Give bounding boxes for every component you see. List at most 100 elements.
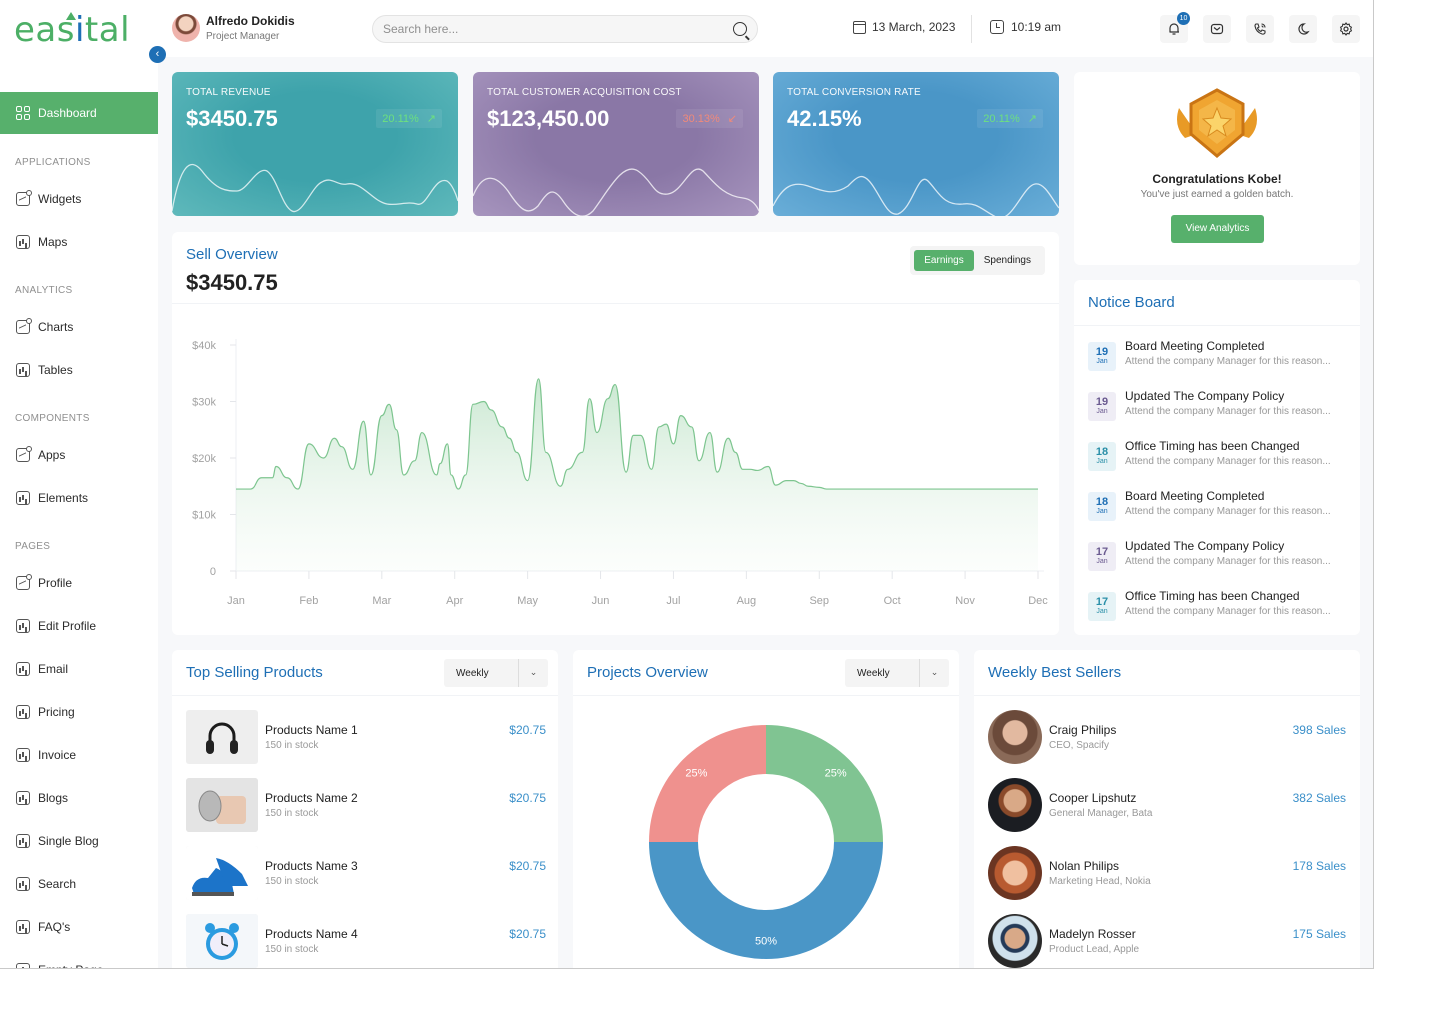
product-item[interactable]: Products Name 4 150 in stock $20.75 xyxy=(186,914,546,968)
x-tick-label: May xyxy=(517,595,538,607)
sidebar-item-label: Blogs xyxy=(38,791,69,805)
x-tick-label: Feb xyxy=(299,595,318,607)
user-avatar[interactable] xyxy=(172,14,200,42)
sidebar-item-faq-s[interactable]: FAQ's xyxy=(16,917,70,937)
product-item[interactable]: Products Name 1 150 in stock $20.75 xyxy=(186,710,546,764)
mail-button[interactable] xyxy=(1203,15,1231,43)
product-price: $20.75 xyxy=(509,791,546,805)
sidebar-item-label: Pricing xyxy=(38,705,75,719)
x-tick-label: Sep xyxy=(809,595,829,607)
sidebar-item-label: Apps xyxy=(38,448,66,462)
donut-slice-label: 25% xyxy=(825,767,847,779)
notice-item[interactable]: 19 Jan Board Meeting Completed Attend the c… xyxy=(1088,339,1352,375)
x-tick-label: Aug xyxy=(737,595,757,607)
app-logo[interactable]: easital xyxy=(14,10,130,50)
notice-item[interactable]: 18 Jan Board Meeting Completed Attend the c… xyxy=(1088,489,1352,525)
product-item[interactable]: Products Name 3 150 in stock $20.75 xyxy=(186,846,546,900)
chart-line-icon xyxy=(16,446,32,462)
sidebar-item-profile[interactable]: Profile xyxy=(16,573,72,593)
notice-day: 19 xyxy=(1095,346,1109,358)
notice-item[interactable]: 18 Jan Office Timing has been Changed Atten… xyxy=(1088,439,1352,475)
notice-title: Office Timing has been Changed xyxy=(1125,589,1300,603)
product-image-alarm-clock xyxy=(186,914,258,968)
sidebar-item-widgets[interactable]: Widgets xyxy=(16,189,81,209)
sidebar-item-charts[interactable]: Charts xyxy=(16,317,73,337)
sidebar-item-apps[interactable]: Apps xyxy=(16,445,65,465)
sidebar-item-elements[interactable]: Elements xyxy=(16,488,88,508)
dark-mode-button[interactable] xyxy=(1289,15,1317,43)
notice-description: Attend the company Manager for this reas… xyxy=(1125,556,1331,567)
current-time: 10:19 am xyxy=(990,20,1061,34)
chart-bar-icon xyxy=(16,619,30,633)
sidebar-item-label: Invoice xyxy=(38,748,77,762)
seller-sales: 398 Sales xyxy=(1292,723,1346,737)
best-seller-item[interactable]: Madelyn Rosser Product Lead, Apple 175 Sal… xyxy=(988,914,1346,968)
stat-sparkline xyxy=(473,168,759,216)
product-name: Products Name 4 xyxy=(265,927,358,941)
best-seller-item[interactable]: Nolan Philips Marketing Head, Nokia 178 Sa… xyxy=(988,846,1346,900)
stat-label: TOTAL CUSTOMER ACQUISITION COST xyxy=(487,87,682,98)
sidebar-item-label: Profile xyxy=(38,576,73,590)
seller-avatar xyxy=(988,778,1042,832)
search-input[interactable] xyxy=(383,22,733,36)
notice-description: Attend the company Manager for this reas… xyxy=(1125,606,1331,617)
sidebar-item-invoice[interactable]: Invoice xyxy=(16,745,76,765)
view-analytics-button[interactable]: View Analytics xyxy=(1171,215,1264,243)
seller-name: Craig Philips xyxy=(1049,723,1117,737)
sidebar-item-search[interactable]: Search xyxy=(16,874,76,894)
top-products-period-select[interactable]: Weekly ⌄ xyxy=(444,659,548,687)
sidebar-section-title: PAGES xyxy=(15,541,51,552)
seller-name: Madelyn Rosser xyxy=(1049,927,1136,941)
arrow-down-left-icon: ↙ xyxy=(727,113,737,125)
chart-bar-icon xyxy=(16,877,30,891)
stat-card: TOTAL CUSTOMER ACQUISITION COST $123,450.… xyxy=(473,72,759,216)
congrats-title: Congratulations Kobe! xyxy=(1152,172,1282,186)
seller-name: Cooper Lipshutz xyxy=(1049,791,1137,805)
sidebar-item-empty-page[interactable]: Empty Page xyxy=(16,960,103,968)
sidebar-item-edit-profile[interactable]: Edit Profile xyxy=(16,616,96,636)
settings-button[interactable] xyxy=(1332,15,1360,43)
product-item[interactable]: Products Name 2 150 in stock $20.75 xyxy=(186,778,546,832)
notice-item[interactable]: 17 Jan Updated The Company Policy Attend th… xyxy=(1088,539,1352,575)
product-stock: 150 in stock xyxy=(265,808,319,819)
user-name: Alfredo Dokidis xyxy=(206,14,295,28)
x-tick-label: Dec xyxy=(1028,595,1048,607)
notice-description: Attend the company Manager for this reas… xyxy=(1125,406,1331,417)
stat-value: $3450.75 xyxy=(186,106,278,131)
chevron-down-icon[interactable]: ⌄ xyxy=(518,659,548,687)
best-seller-item[interactable]: Cooper Lipshutz General Manager, Bata 382 … xyxy=(988,778,1346,832)
gear-icon xyxy=(1339,22,1353,36)
notice-item[interactable]: 19 Jan Updated The Company Policy Attend th… xyxy=(1088,389,1352,425)
sidebar-item-email[interactable]: Email xyxy=(16,659,68,679)
chart-line-icon xyxy=(16,318,32,334)
notice-day: 18 xyxy=(1095,496,1109,508)
sparkline-path xyxy=(473,168,759,216)
notifications-button[interactable]: 10 xyxy=(1160,12,1190,43)
sidebar-section-title: COMPONENTS xyxy=(15,413,90,424)
x-tick-label: Apr xyxy=(446,595,463,607)
search-bar xyxy=(372,15,758,43)
current-date: 13 March, 2023 xyxy=(853,20,955,34)
projects-donut-chart: 25% 50% 25% xyxy=(649,725,883,959)
product-price: $20.75 xyxy=(509,723,546,737)
sidebar-item-single-blog[interactable]: Single Blog xyxy=(16,831,99,851)
sidebar-item-tables[interactable]: Tables xyxy=(16,360,73,380)
sidebar-section-title: APPLICATIONS xyxy=(15,157,91,168)
sidebar-item-pricing[interactable]: Pricing xyxy=(16,702,75,722)
seller-avatar xyxy=(988,914,1042,968)
donut-slice-completed xyxy=(766,725,883,842)
moon-icon xyxy=(1298,23,1310,35)
product-image-headphones xyxy=(186,710,258,764)
search-icon[interactable] xyxy=(733,22,747,36)
y-tick-label: $10k xyxy=(192,510,216,522)
sidebar-item-dashboard[interactable]: Dashboard xyxy=(0,92,158,134)
sidebar-item-blogs[interactable]: Blogs xyxy=(16,788,68,808)
sidebar-collapse-button[interactable]: ‹ xyxy=(149,46,166,63)
notice-item[interactable]: 17 Jan Office Timing has been Changed Atten… xyxy=(1088,589,1352,625)
best-seller-item[interactable]: Craig Philips CEO, Spacify 398 Sales xyxy=(988,710,1346,764)
notice-month: Jan xyxy=(1096,608,1108,615)
phone-button[interactable] xyxy=(1246,15,1274,43)
sidebar-item-maps[interactable]: Maps xyxy=(16,232,67,252)
notice-description: Attend the company Manager for this reas… xyxy=(1125,506,1331,517)
calendar-icon xyxy=(853,20,866,34)
